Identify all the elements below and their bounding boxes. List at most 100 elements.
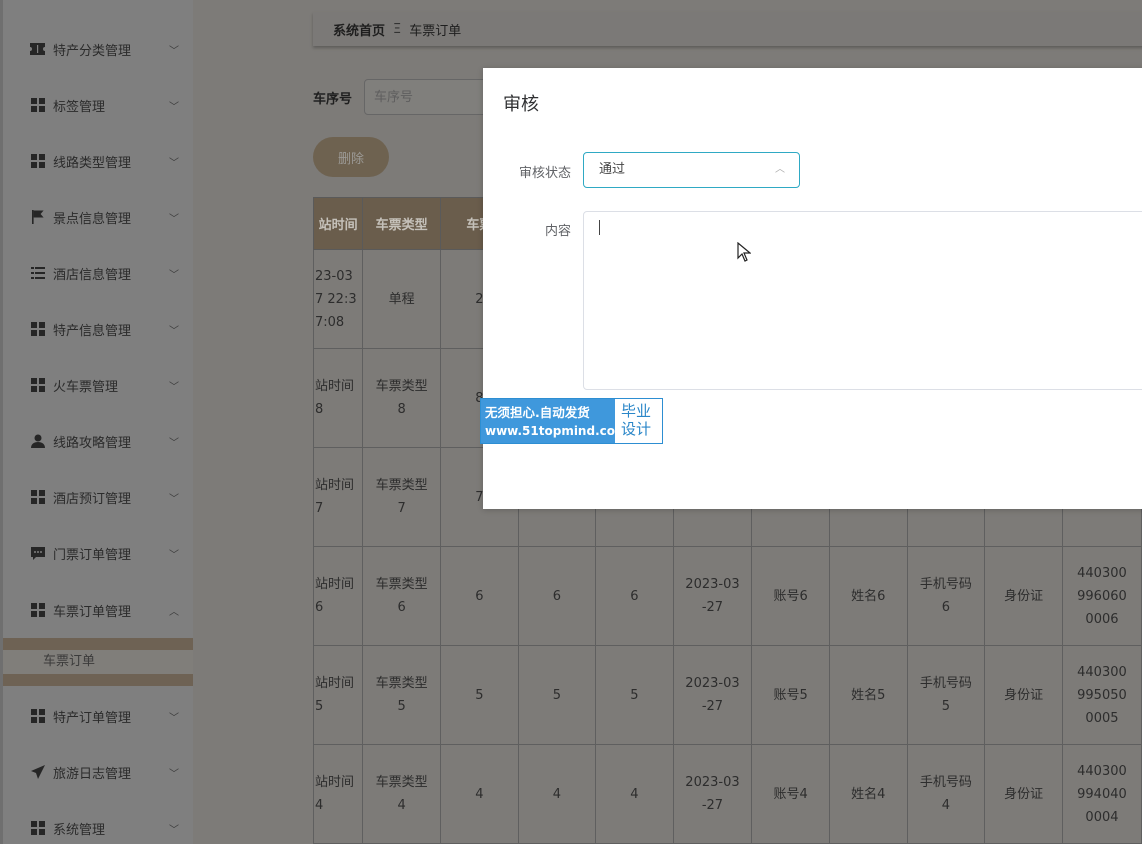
grid-icon [30,603,45,618]
sidebar-item-specialty-category[interactable]: 特产分类管理 ﹀ [0,21,193,77]
table-cell: 单程 [362,249,442,349]
sidebar-item-ticket-orders[interactable]: 车票订单管理 ︿ [0,582,193,638]
table-cell: 6 [440,546,519,646]
chevron-down-icon: ﹀ [169,549,179,561]
sidebar-item-route-types[interactable]: 线路类型管理 ﹀ [0,133,193,189]
table-cell: 账号6 [751,546,830,646]
table-cell: 姓名4 [828,744,908,844]
sidebar-item-travel-logs[interactable]: 旅游日志管理 ﹀ [0,744,193,800]
mouse-pointer-icon [737,241,752,266]
table-cell: 6 [595,546,674,646]
chevron-down-icon: ﹀ [169,493,179,505]
sidebar-item-label: 景点信息管理 [53,211,132,227]
table-cell: 姓名5 [828,645,908,745]
breadcrumb-home[interactable]: 系统首页 [333,20,385,39]
grid-icon [30,490,45,505]
content-label: 内容 [544,224,571,239]
table-cell: 站时间 8 [312,348,364,448]
watermark-badge2: 设计 [621,420,652,438]
grid-icon [30,821,45,836]
watermark-text: 无须担心.自动发货 www.51topmind.com [481,399,628,443]
table-cell: 手机号码 5 [906,645,986,745]
sidebar-item-specialty-info[interactable]: 特产信息管理 ﹀ [0,301,193,357]
sidebar-item-system[interactable]: 系统管理 ﹀ [0,800,193,844]
content-textarea[interactable] [583,211,1142,390]
table-cell: 账号4 [751,744,830,844]
chevron-down-icon: ﹀ [169,712,179,724]
sidebar-item-attractions[interactable]: 景点信息管理 ﹀ [0,189,193,245]
status-label: 审核状态 [518,166,571,181]
grid-icon [30,98,45,113]
text-caret [599,220,600,235]
dialog-title: 审核 [503,94,539,115]
table-cell: 手机号码 6 [906,546,986,646]
table-cell: 5 [595,645,674,745]
sidebar-item-train-tickets[interactable]: 火车票管理 ﹀ [0,357,193,413]
watermark-badge: 无须担心.自动发货 www.51topmind.com 毕业 设计 [480,398,663,444]
grid-icon [30,709,45,724]
sidebar-item-specialty-orders[interactable]: 特产订单管理 ﹀ [0,688,193,744]
sidebar-item-label: 酒店预订管理 [53,491,132,507]
sidebar-subitem-ticket-orders[interactable]: 车票订单 [3,650,193,674]
grid-icon [30,378,45,393]
delete-button[interactable]: 删除 [313,137,389,177]
table-cell: 2023-03 -27 [672,744,753,844]
sidebar-item-label: 特产信息管理 [53,323,132,339]
chevron-down-icon: ﹀ [169,269,179,281]
table-cell: 4 [517,744,597,844]
table-cell: 23-03 7 22:3 7:08 [312,249,364,349]
table-cell: 2023-03 -27 [672,645,753,745]
breadcrumb-separator: Ξ [393,21,402,37]
sidebar-item-label: 车票订单管理 [53,604,132,620]
table-header: 车票类型 [362,197,442,250]
sidebar-item-hotel-booking[interactable]: 酒店预订管理 ﹀ [0,469,193,525]
breadcrumb: 系统首页 Ξ 车票订单 [313,12,1142,46]
table-row: 站时间 6 车票类型 6 6 6 6 2023-03 -27 账号6 姓名6 手机号码 6 身份证… [312,546,1142,646]
chevron-down-icon: ﹀ [169,768,179,780]
table-cell: 手机号码 4 [906,744,986,844]
watermark-line1: 无须担心.自动发货 [485,405,590,420]
chevron-down-icon: ﹀ [169,101,179,113]
sidebar-item-label: 标签管理 [53,99,106,115]
sidebar-item-tags[interactable]: 标签管理 ﹀ [0,77,193,133]
table-cell: 4 [440,744,519,844]
table-cell: 站时间 6 [312,546,364,646]
breadcrumb-current: 车票订单 [409,23,462,39]
table-cell: 车票类型 8 [362,348,442,448]
table-cell: 5 [440,645,519,745]
chevron-up-icon: ︿ [775,164,785,175]
grid-icon [30,154,45,169]
send-icon [30,765,45,780]
sidebar-item-label: 线路类型管理 [53,155,132,171]
chevron-down-icon: ﹀ [169,824,179,836]
watermark-badge1: 毕业 [621,402,652,420]
table-cell: 5 [517,645,597,745]
table-cell: 车票类型 7 [362,447,442,547]
table-cell: 车票类型 5 [362,645,442,745]
grid-icon [30,322,45,337]
sidebar-item-label: 火车票管理 [53,379,119,395]
table-cell: 身份证 [984,645,1063,745]
watermark-line2: www.51topmind.com [485,424,628,438]
user-icon [30,434,45,449]
sidebar-item-label: 系统管理 [53,822,106,838]
chevron-down-icon: ﹀ [169,381,179,393]
table-cell: 姓名6 [828,546,908,646]
sidebar-item-admission-orders[interactable]: 门票订单管理 ﹀ [0,525,193,581]
table-cell: 身份证 [984,546,1063,646]
status-value: 通过 [599,162,626,177]
table-cell: 440300 996060 0006 [1061,546,1142,646]
chat-icon [30,546,45,561]
chevron-down-icon: ﹀ [169,157,179,169]
sidebar-item-label: 特产订单管理 [53,710,132,726]
table-cell: 站时间 5 [312,645,364,745]
table-cell: 账号5 [751,645,830,745]
table-cell: 车票类型 6 [362,546,442,646]
table-cell: 站时间 7 [312,447,364,547]
sidebar-item-label: 门票订单管理 [53,547,132,563]
status-select[interactable]: 通过 ︿ [583,152,800,188]
flag-icon [30,210,45,225]
sidebar-item-hotels[interactable]: 酒店信息管理 ﹀ [0,245,193,301]
table-cell: 身份证 [984,744,1063,844]
sidebar-item-route-guides[interactable]: 线路攻略管理 ﹀ [0,413,193,469]
